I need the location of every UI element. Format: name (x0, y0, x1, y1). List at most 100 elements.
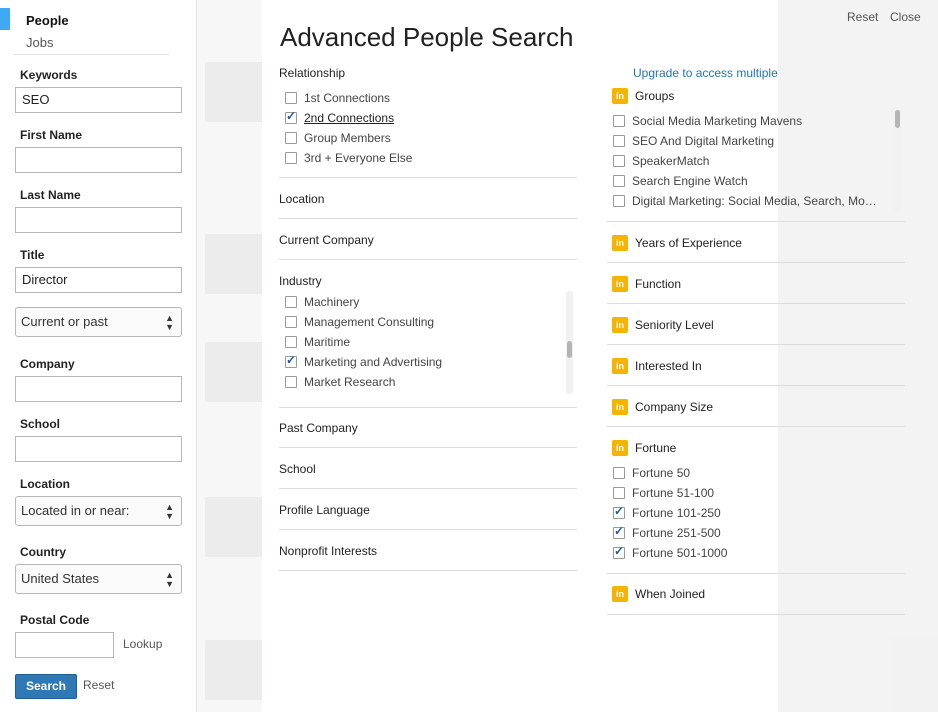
past-company-filter[interactable]: Past Company (279, 421, 358, 435)
groups-scrollbar[interactable] (894, 108, 901, 212)
divider (607, 573, 905, 574)
industry-option[interactable]: Market Research (285, 374, 395, 390)
close-link[interactable]: Close (890, 10, 921, 24)
checkbox[interactable] (613, 504, 625, 519)
school-label: School (20, 417, 61, 431)
divider (607, 426, 905, 427)
upgrade-link[interactable]: Upgrade to access multiple (633, 66, 778, 80)
premium-icon: in (612, 276, 628, 292)
years-experience-filter[interactable]: in Years of Experience (612, 234, 742, 252)
checkbox[interactable] (285, 132, 297, 144)
group-option[interactable]: SEO And Digital Marketing (613, 133, 774, 149)
fortune-option[interactable]: Fortune 101-250 (613, 504, 721, 521)
group-option[interactable]: Social Media Marketing Mavens (613, 113, 802, 129)
group-option[interactable]: Digital Marketing: Social Media, Search,… (613, 193, 877, 209)
country-label: Country (20, 545, 66, 559)
divider (14, 54, 169, 55)
industry-option[interactable]: Marketing and Advertising (285, 353, 442, 370)
reset-link[interactable]: Reset (847, 10, 878, 24)
page-title: Advanced People Search (280, 22, 574, 52)
fortune-option[interactable]: Fortune 50 (613, 465, 690, 481)
divider (279, 488, 577, 489)
tab-people[interactable]: People (26, 13, 69, 28)
title-input[interactable]: Director (15, 267, 182, 293)
company-size-filter[interactable]: in Company Size (612, 398, 713, 416)
checkbox[interactable] (613, 544, 625, 559)
checkbox[interactable] (285, 92, 297, 104)
checkbox[interactable] (285, 353, 297, 368)
checkbox[interactable] (285, 336, 297, 348)
checkbox[interactable] (613, 467, 625, 479)
checkbox[interactable] (613, 115, 625, 127)
relationship-label: Relationship (279, 66, 346, 80)
premium-icon: in (612, 88, 628, 104)
checkbox[interactable] (613, 524, 625, 539)
checkbox[interactable] (613, 135, 625, 147)
lookup-link[interactable]: Lookup (123, 637, 162, 651)
checkbox[interactable] (613, 195, 625, 207)
postal-code-label: Postal Code (20, 613, 90, 627)
location-select[interactable]: Located in or near: ▲ ▼ (15, 496, 182, 526)
industry-option[interactable]: Management Consulting (285, 314, 434, 330)
postal-code-input[interactable] (15, 632, 114, 658)
checkbox[interactable] (285, 296, 297, 308)
school-filter[interactable]: School (279, 462, 316, 476)
fortune-option[interactable]: Fortune 251-500 (613, 524, 721, 541)
checkbox[interactable] (613, 155, 625, 167)
first-name-input[interactable] (15, 147, 182, 173)
checkbox[interactable] (285, 152, 297, 164)
divider (607, 262, 905, 263)
divider (279, 177, 577, 178)
function-filter[interactable]: in Function (612, 275, 681, 293)
checkbox[interactable] (613, 175, 625, 187)
industry-option[interactable]: Machinery (285, 294, 359, 310)
fortune-option[interactable]: Fortune 51-100 (613, 485, 714, 501)
sidebar-reset-link[interactable]: Reset (83, 678, 114, 692)
industry-option[interactable]: Maritime (285, 334, 350, 350)
seniority-filter[interactable]: in Seniority Level (612, 316, 714, 334)
keywords-label: Keywords (20, 68, 78, 82)
relationship-option-group[interactable]: Group Members (285, 130, 391, 146)
premium-icon: in (612, 440, 628, 456)
groups-label: in Groups (612, 87, 674, 105)
divider (607, 614, 905, 615)
divider (607, 344, 905, 345)
group-option[interactable]: Search Engine Watch (613, 173, 748, 189)
premium-icon: in (612, 586, 628, 602)
checkbox[interactable] (613, 487, 625, 499)
nonprofit-filter[interactable]: Nonprofit Interests (279, 544, 377, 558)
first-name-label: First Name (20, 128, 83, 142)
relationship-option-1st[interactable]: 1st Connections (285, 90, 390, 106)
industry-scrollbar[interactable] (566, 291, 573, 394)
when-joined-filter[interactable]: in When Joined (612, 585, 705, 603)
select-arrows-icon: ▲ ▼ (165, 502, 174, 521)
last-name-input[interactable] (15, 207, 182, 233)
keywords-input[interactable]: SEO (15, 87, 182, 113)
title-scope-select[interactable]: Current or past ▲ ▼ (15, 307, 182, 337)
fortune-option[interactable]: Fortune 501-1000 (613, 544, 727, 561)
profile-language-filter[interactable]: Profile Language (279, 503, 370, 517)
divider (279, 407, 577, 408)
company-input[interactable] (15, 376, 182, 402)
scroll-thumb[interactable] (567, 341, 572, 358)
divider (279, 529, 577, 530)
tab-jobs[interactable]: Jobs (26, 35, 53, 50)
checkbox[interactable] (285, 316, 297, 328)
school-input[interactable] (15, 436, 182, 462)
relationship-option-3rd[interactable]: 3rd + Everyone Else (285, 150, 412, 166)
premium-icon: in (612, 235, 628, 251)
industry-label: Industry (279, 274, 322, 288)
checkbox[interactable] (285, 376, 297, 388)
search-sidebar: People Jobs Keywords SEO First Name Last… (0, 0, 197, 712)
country-select[interactable]: United States ▲ ▼ (15, 564, 182, 594)
scroll-thumb[interactable] (895, 110, 900, 128)
search-button[interactable]: Search (15, 674, 77, 699)
divider (607, 303, 905, 304)
location-filter[interactable]: Location (279, 192, 324, 206)
group-option[interactable]: SpeakerMatch (613, 153, 709, 169)
interested-in-filter[interactable]: in Interested In (612, 357, 702, 375)
current-company-filter[interactable]: Current Company (279, 233, 374, 247)
select-arrows-icon: ▲ ▼ (165, 570, 174, 589)
relationship-option-2nd[interactable]: 2nd Connections (285, 109, 394, 126)
checkbox[interactable] (285, 109, 297, 124)
